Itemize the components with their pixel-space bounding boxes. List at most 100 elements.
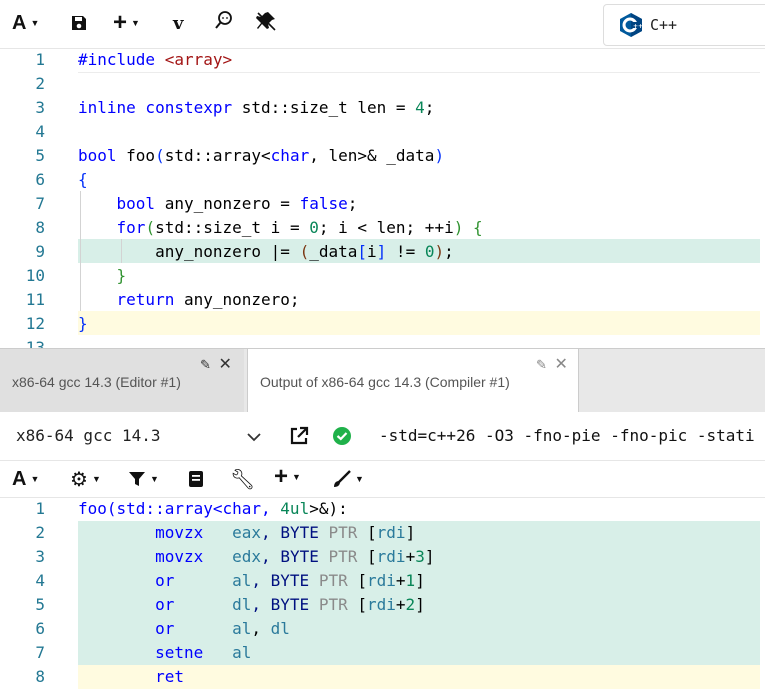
font-icon: A: [12, 11, 27, 34]
cpp-logo-icon: ++: [620, 13, 643, 37]
code-text: #include <array>: [78, 50, 233, 69]
line-number: 6: [35, 619, 45, 638]
code-line: 5 bool foo(std::array<char, len>& _data): [0, 144, 765, 168]
line-number: 9: [35, 242, 45, 261]
asm-line: 2 movzx eax, BYTE PTR [rdi]: [0, 521, 765, 545]
chevron-down-icon: ▼: [30, 18, 40, 28]
code-text: any_nonzero |= (_data[i] != 0);: [155, 242, 454, 261]
flags-button[interactable]: ▼: [333, 466, 364, 492]
line-number: 3: [35, 98, 45, 117]
line-number: 4: [35, 571, 45, 590]
asm-text: or al, BYTE PTR [rdi+1]: [155, 571, 425, 590]
assembly-output[interactable]: 1 foo(std::array<char, 4ul>&): 2 movzx e…: [0, 497, 765, 693]
libraries-button[interactable]: [188, 466, 204, 492]
chevron-down-icon: ▼: [131, 18, 140, 28]
asm-line: 5 or dl, BYTE PTR [rdi+2]: [0, 593, 765, 617]
close-icon[interactable]: ✕: [555, 356, 568, 373]
pin-button[interactable]: [255, 8, 277, 34]
line-number: 4: [35, 122, 45, 141]
tab-editor[interactable]: ✎ ✕ x86-64 gcc 14.3 (Editor #1): [0, 349, 244, 412]
compile-success-icon[interactable]: [332, 426, 352, 446]
language-selector[interactable]: ++ C++: [603, 4, 765, 46]
pencil-icon[interactable]: ✎: [200, 357, 211, 372]
asm-text: movzx eax, BYTE PTR [rdi]: [155, 523, 416, 542]
search-icon: [215, 11, 232, 29]
asm-text: setne al: [155, 643, 252, 662]
asm-line: 8 ret: [0, 665, 765, 689]
code-text: bool any_nonzero = false;: [116, 194, 358, 213]
code-line: 1 #include <array>: [0, 48, 765, 72]
code-text: for(std::size_t i = 0; i < len; ++i) {: [116, 218, 483, 237]
code-line: 3 inline constexpr std::size_t len = 4;: [0, 96, 765, 120]
tab-compiler-output[interactable]: ✎ ✕ Output of x86-64 gcc 14.3 (Compiler …: [247, 349, 579, 413]
line-number: 12: [25, 314, 45, 333]
save-button[interactable]: [70, 10, 88, 36]
svg-text:++: ++: [633, 23, 643, 30]
chevron-down-icon: ▼: [355, 474, 364, 484]
line-number: 7: [35, 194, 45, 213]
output-font-button[interactable]: A ▼: [12, 466, 39, 492]
chevron-down-icon: [247, 433, 261, 442]
compiler-options-input[interactable]: -std=c++26 -O3 -fno-pie -fno-pic -stati: [379, 426, 755, 445]
language-label: C++: [650, 16, 678, 34]
asm-line: 7 setne al: [0, 641, 765, 665]
chevron-down-icon: ▼: [150, 474, 159, 484]
line-number: 6: [35, 170, 45, 189]
code-line: 8 for(std::size_t i = 0; i < len; ++i) {: [0, 216, 765, 240]
tab-bar: ✎ ✕ x86-64 gcc 14.3 (Editor #1) ✎ ✕ Outp…: [0, 348, 765, 413]
line-number: 8: [35, 667, 45, 686]
code-line: 4: [0, 120, 765, 144]
code-text: return any_nonzero;: [116, 290, 300, 309]
book-icon: [189, 471, 203, 487]
line-number: 5: [35, 146, 45, 165]
code-line: 13: [0, 336, 765, 348]
chevron-down-icon: ▼: [91, 474, 101, 484]
asm-line: 4 or al, BYTE PTR [rdi+1]: [0, 569, 765, 593]
code-line: 11 return any_nonzero;: [0, 288, 765, 312]
line-number: 7: [35, 643, 45, 662]
gear-icon: ⚙: [70, 468, 88, 491]
tools-button[interactable]: 🔧︎: [230, 466, 255, 492]
code-line: 2: [0, 72, 765, 96]
source-editor[interactable]: 1 #include <array> 2 3 inline constexpr …: [0, 48, 765, 348]
line-number: 1: [35, 50, 45, 69]
code-text: bool foo(std::array<char, len>& _data): [78, 146, 445, 165]
chevron-down-icon: ▼: [292, 472, 301, 482]
code-text: {: [78, 170, 88, 189]
editor-toolbar: A ▼ + ▼ v ++ C++: [0, 0, 765, 49]
line-number: 8: [35, 218, 45, 237]
line-number: 13: [25, 338, 45, 348]
plus-icon: +: [274, 463, 289, 490]
line-number: 1: [35, 499, 45, 518]
vim-mode-button[interactable]: v: [173, 10, 183, 36]
compiler-toolbar: A ▼ ⚙ ▼ ▼ 🔧︎ + ▼ ▼: [0, 461, 765, 498]
font-size-button[interactable]: A ▼: [12, 10, 39, 36]
line-number: 2: [35, 523, 45, 542]
popout-icon[interactable]: [289, 426, 309, 446]
add-new-button[interactable]: + ▼: [274, 463, 301, 490]
close-icon[interactable]: ✕: [219, 356, 232, 373]
filter-button[interactable]: ▼: [128, 466, 159, 492]
compiler-picker[interactable]: x86-64 gcc 14.3: [0, 420, 275, 452]
save-icon: [72, 16, 86, 30]
font-icon: A: [12, 467, 27, 490]
vim-icon: v: [173, 12, 184, 34]
line-number: 11: [25, 290, 45, 309]
compiler-name: x86-64 gcc 14.3: [16, 426, 161, 445]
asm-text: foo(std::array<char, 4ul>&):: [78, 499, 348, 518]
code-text: }: [78, 314, 88, 333]
code-line: 9 any_nonzero |= (_data[i] != 0);: [0, 240, 765, 264]
line-number: 3: [35, 547, 45, 566]
filter-icon: [129, 472, 145, 486]
code-text: }: [116, 266, 127, 285]
tab-editor-icons: ✎ ✕: [200, 354, 232, 374]
asm-text: or dl, BYTE PTR [rdi+2]: [155, 595, 425, 614]
output-settings-button[interactable]: ⚙ ▼: [70, 466, 101, 492]
tab-compiler-icons: ✎ ✕: [536, 354, 568, 374]
search-button[interactable]: [214, 8, 234, 34]
add-pane-button[interactable]: + ▼: [113, 9, 140, 36]
chevron-down-icon: ▼: [30, 474, 40, 484]
code-line: 10 }: [0, 264, 765, 288]
brush-icon: [334, 470, 351, 487]
pencil-icon[interactable]: ✎: [536, 357, 547, 372]
